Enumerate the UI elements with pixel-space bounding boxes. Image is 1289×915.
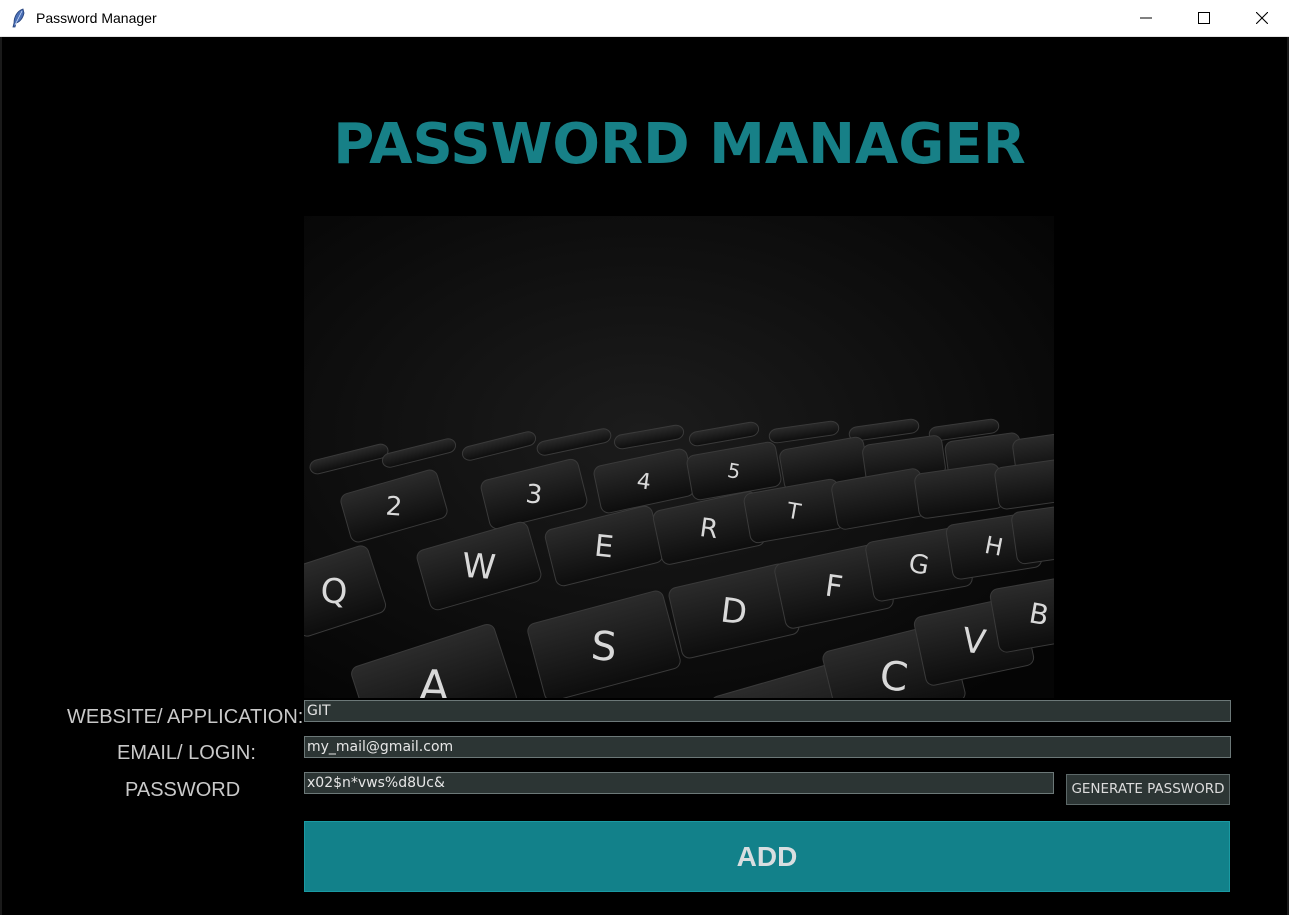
- window-titlebar: Password Manager: [0, 0, 1289, 37]
- page-title: PASSWORD MANAGER: [333, 112, 1026, 177]
- window-title: Password Manager: [36, 10, 157, 26]
- keyboard-illustration: 2345WERTQASDFGHZXCVBAlt: [304, 216, 1054, 698]
- key-label: D: [718, 590, 749, 633]
- website-label: WEBSITE/ APPLICATION:: [67, 706, 304, 728]
- website-input[interactable]: [304, 700, 1231, 722]
- key-label: E: [593, 529, 616, 566]
- password-label: PASSWORD: [125, 779, 241, 801]
- keyboard-image: 2345WERTQASDFGHZXCVBAlt: [304, 216, 1054, 698]
- key: [1011, 503, 1054, 565]
- key-label: 2: [385, 492, 404, 523]
- add-button[interactable]: ADD: [304, 821, 1230, 892]
- minimize-icon: [1140, 17, 1152, 19]
- close-icon: [1256, 12, 1268, 24]
- maximize-button[interactable]: [1175, 0, 1233, 36]
- key-label: 3: [524, 479, 544, 511]
- minimize-button[interactable]: [1117, 0, 1175, 36]
- key-label: Q: [320, 571, 348, 612]
- key-label: A: [418, 661, 450, 698]
- generate-password-button[interactable]: GENERATE PASSWORD: [1066, 774, 1230, 805]
- password-input[interactable]: [304, 772, 1054, 794]
- close-button[interactable]: [1233, 0, 1289, 36]
- key-label: W: [461, 546, 497, 588]
- key-label: S: [589, 623, 618, 671]
- maximize-icon: [1198, 12, 1210, 24]
- email-label: EMAIL/ LOGIN:: [117, 742, 256, 764]
- feather-icon: [12, 8, 25, 28]
- key-label: C: [878, 653, 911, 698]
- email-input[interactable]: [304, 736, 1231, 758]
